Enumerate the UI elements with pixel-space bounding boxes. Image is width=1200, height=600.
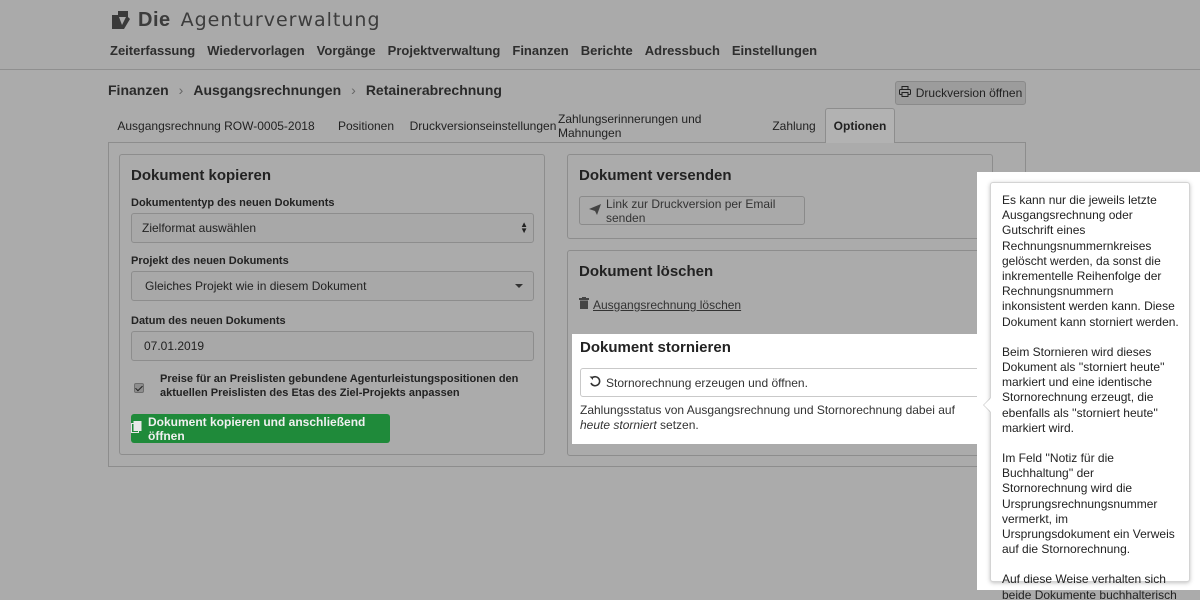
tooltip-paragraph: Auf diese Weise verhalten sich beide Dok… (1002, 572, 1177, 600)
tab-bar: Ausgangsrechnung ROW-0005-2018 Positione… (108, 108, 1026, 144)
delete-invoice-link[interactable]: Ausgangsrechnung löschen (593, 298, 741, 312)
tooltip-paragraph: Beim Stornieren wird dieses Dokument als… (1002, 344, 1165, 435)
date-input-value: 07.01.2019 (144, 339, 205, 353)
logo-text-name: Agenturverwaltung (180, 8, 381, 31)
cancel-document-section: Dokument stornieren Stornorechnung erzeu… (572, 334, 992, 444)
nav-item-berichte[interactable]: Berichte (581, 43, 633, 58)
chevron-right-icon: › (351, 82, 356, 98)
trash-icon (579, 297, 589, 312)
tooltip-paragraph: Im Feld ''Notiz für die Buchhaltung'' de… (1002, 451, 1175, 557)
nav-item-adressbuch[interactable]: Adressbuch (645, 43, 720, 58)
nav-item-vorgaenge[interactable]: Vorgänge (317, 43, 376, 58)
price-update-label: Preise für an Preislisten gebundene Agen… (160, 373, 519, 399)
copy-and-open-button[interactable]: Dokument kopieren und anschließend öffne… (131, 414, 390, 443)
logo-text-bold: Die (138, 8, 171, 31)
printer-icon (898, 86, 911, 100)
tab-optionen[interactable]: Optionen (825, 108, 895, 144)
chevron-down-icon (515, 284, 523, 288)
print-version-button[interactable]: Druckversion öffnen (895, 81, 1026, 105)
tab-druckversionseinstellungen[interactable]: Druckversionseinstellungen (408, 108, 558, 143)
nav-item-projektverwaltung[interactable]: Projektverwaltung (388, 43, 501, 58)
copy-and-open-label: Dokument kopieren und anschließend öffne… (148, 414, 366, 443)
send-email-link-label: Link zur Druckversion per Email senden (606, 196, 776, 225)
copy-document-title: Dokument kopieren (131, 167, 272, 184)
breadcrumb-item-ausgangsrechnungen[interactable]: Ausgangsrechnungen (193, 82, 341, 98)
paper-plane-icon (589, 203, 601, 218)
date-input[interactable]: 07.01.2019 (131, 331, 534, 361)
nav-item-wiedervorlagen[interactable]: Wiedervorlagen (207, 43, 304, 58)
breadcrumb-item-finanzen[interactable]: Finanzen (108, 82, 169, 98)
tooltip-arrow-inner (984, 398, 991, 412)
breadcrumb-item-current: Retainerabrechnung (365, 82, 502, 98)
undo-icon (589, 375, 601, 390)
tab-zahlung[interactable]: Zahlung (762, 108, 826, 143)
cancel-status-note: Zahlungsstatus von Ausgangsrechnung und … (580, 403, 955, 432)
doctype-select[interactable]: Zielformat auswählen ▲ ▼ (131, 213, 534, 243)
main-nav: Zeiterfassung Wiedervorlagen Vorgänge Pr… (110, 43, 817, 58)
create-cancellation-button[interactable]: Stornorechnung erzeugen und öffnen. (580, 368, 981, 397)
tab-ausgangsrechnung[interactable]: Ausgangsrechnung ROW-0005-2018 (108, 108, 324, 143)
project-label: Projekt des neuen Dokuments (131, 255, 289, 267)
tooltip-paragraph: Es kann nur die jeweils letzte Ausgangsr… (1002, 193, 1179, 329)
nav-item-zeiterfassung[interactable]: Zeiterfassung (110, 43, 195, 58)
doctype-select-value: Zielformat auswählen (142, 221, 257, 235)
select-arrows-icon: ▲ ▼ (520, 220, 528, 235)
breadcrumb: Finanzen › Ausgangsrechnungen › Retainer… (108, 82, 502, 98)
create-cancellation-label: Stornorechnung erzeugen und öffnen. (606, 375, 808, 390)
app-logo[interactable]: Die Agenturverwaltung (110, 6, 381, 34)
info-tooltip: Es kann nur die jeweils letzte Ausgangsr… (990, 182, 1190, 600)
send-document-box: Dokument versenden Link zur Druckversion… (567, 154, 993, 239)
nav-item-einstellungen[interactable]: Einstellungen (732, 43, 817, 58)
logo-icon (110, 9, 132, 31)
doctype-label: Dokumententyp des neuen Dokuments (131, 197, 335, 209)
chevron-right-icon: › (178, 82, 184, 98)
project-select-value: Gleiches Projekt wie in diesem Dokument (145, 279, 367, 293)
date-label: Datum des neuen Dokuments (131, 315, 286, 327)
nav-item-finanzen[interactable]: Finanzen (512, 43, 568, 58)
copy-icon (131, 421, 142, 436)
cancel-document-title: Dokument stornieren (580, 339, 731, 356)
price-update-checkbox[interactable] (134, 383, 144, 393)
app-header: Die Agenturverwaltung Zeiterfassung Wiede… (0, 0, 1200, 70)
tab-zahlungserinnerungen[interactable]: Zahlungserinnerungen und Mahnungen (558, 108, 762, 143)
delete-document-title: Dokument löschen (579, 263, 714, 280)
tab-positionen[interactable]: Positionen (324, 108, 408, 143)
project-select[interactable]: Gleiches Projekt wie in diesem Dokument (131, 271, 534, 301)
send-document-title: Dokument versenden (579, 167, 732, 184)
copy-document-box: Dokument kopieren Dokumententyp des neue… (119, 154, 545, 455)
print-version-label: Druckversion öffnen (915, 86, 1023, 100)
send-email-link-button[interactable]: Link zur Druckversion per Email senden (579, 196, 805, 225)
